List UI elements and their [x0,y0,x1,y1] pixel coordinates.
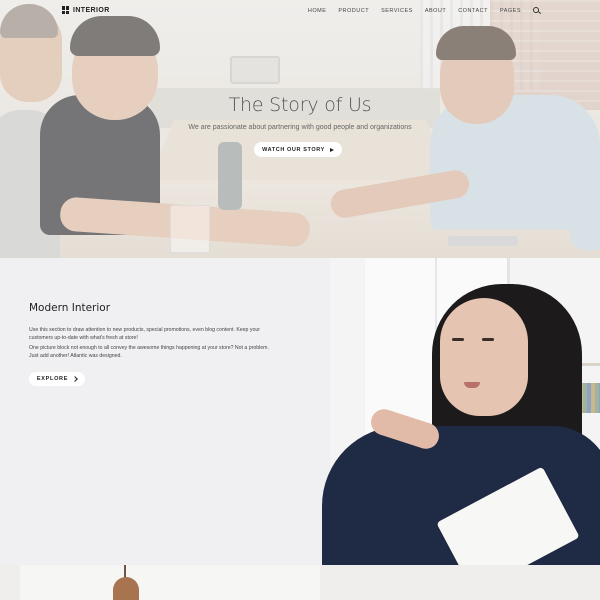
pendant-lamp [113,577,139,600]
nav-item-product[interactable]: PRODUCT [338,8,369,14]
logo-grid-icon [62,6,70,14]
hero-section: INTERIOR HOME PRODUCT SERVICES ABOUT CON… [0,0,600,258]
nav-item-services[interactable]: SERVICES [381,8,413,14]
top-navigation: INTERIOR HOME PRODUCT SERVICES ABOUT CON… [0,0,600,22]
watch-our-story-label: WATCH OUR STORY [262,146,325,153]
search-icon[interactable] [533,7,540,14]
modern-interior-section: Modern Interior Use this section to draw… [0,258,600,565]
woman-eye-right [482,338,494,341]
woman-eye-left [452,338,464,341]
nav-item-pages[interactable]: PAGES [500,8,521,14]
hero-title: The Story of Us [228,94,372,116]
watch-our-story-button[interactable]: WATCH OUR STORY [254,142,342,157]
nav-item-contact[interactable]: CONTACT [458,8,488,14]
next-section-image [0,565,600,600]
play-icon [329,147,334,152]
next-section-wall [20,565,320,600]
feature-paragraph-2: One picture block not enough to all conv… [29,345,269,359]
logo[interactable]: INTERIOR [62,6,110,14]
nav-menu: HOME PRODUCT SERVICES ABOUT CONTACT PAGE… [308,7,540,14]
nav-item-about[interactable]: ABOUT [425,8,446,14]
hero-subtitle: We are passionate about partnering with … [188,124,412,131]
explore-button[interactable]: EXPLORE [29,372,85,386]
explore-label: EXPLORE [36,376,69,382]
feature-title: Modern Interior [29,302,111,314]
logo-text: INTERIOR [73,6,110,14]
feature-paragraph-1: Use this section to draw attention to ne… [29,327,260,341]
nav-item-home[interactable]: HOME [308,8,327,14]
chevron-right-icon [72,376,78,382]
woman-face [440,298,528,416]
